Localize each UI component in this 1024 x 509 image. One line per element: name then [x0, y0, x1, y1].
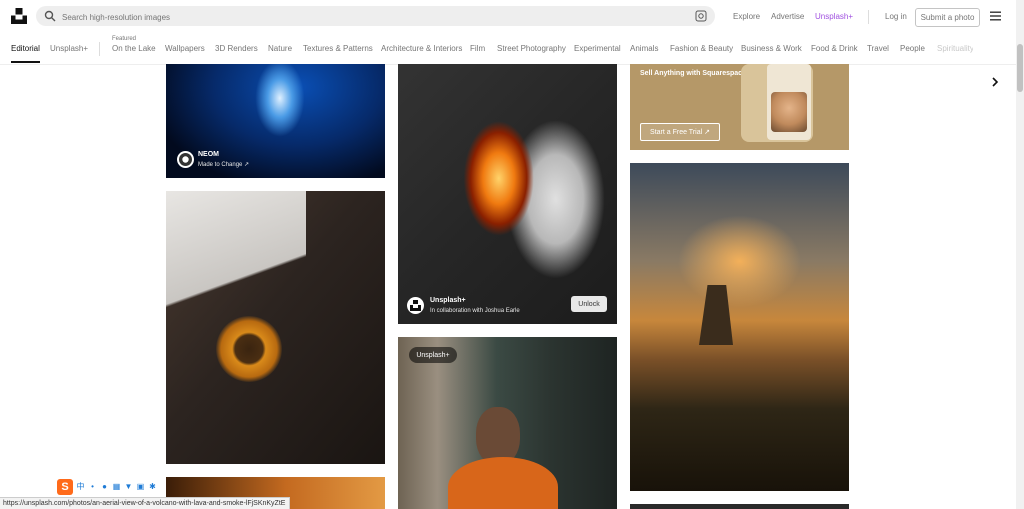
ime-toolbar[interactable]: S 中 • ● ▦ ▼ ▣ ✱ [57, 478, 165, 495]
unsplash-plus-avatar[interactable] [407, 297, 424, 314]
featured-label: Featured [112, 36, 137, 42]
top-header: Explore Advertise Unsplash+ Log in Submi… [0, 0, 1016, 34]
settings-icon[interactable]: ✱ [148, 482, 157, 491]
tab-fashion-beauty[interactable]: Fashion & Beauty [670, 44, 733, 53]
tab-film[interactable]: Film [470, 44, 485, 53]
person-robe [448, 457, 558, 509]
nav-advertise[interactable]: Advertise [771, 12, 804, 21]
toolbox-icon[interactable]: ▣ [136, 482, 145, 491]
search-icon[interactable] [44, 10, 56, 22]
link-status-bar: https://unsplash.com/photos/an-aerial-vi… [0, 497, 290, 509]
tab-on-the-lake[interactable]: On the Lake [112, 44, 156, 53]
tab-experimental[interactable]: Experimental [574, 44, 621, 53]
skin-icon[interactable]: ▼ [124, 482, 133, 491]
nav-unsplash-plus[interactable]: Unsplash+ [815, 12, 853, 21]
chinese-mode-icon[interactable]: 中 [76, 482, 85, 491]
tab-3d-renders[interactable]: 3D Renders [215, 44, 258, 53]
visual-search-icon[interactable] [695, 10, 707, 22]
search-bar[interactable] [36, 6, 715, 26]
punctuation-icon[interactable]: • [88, 482, 97, 491]
photo-bottom-right[interactable] [630, 504, 849, 509]
tab-textures-patterns[interactable]: Textures & Patterns [303, 44, 373, 53]
menu-icon[interactable] [990, 11, 1001, 21]
tab-street-photography[interactable]: Street Photography [497, 44, 566, 53]
ad-title: Sell Anything with Squarespace [640, 70, 746, 77]
tab-people[interactable]: People [900, 44, 925, 53]
windmill-silhouette [699, 285, 733, 345]
scrollbar-thumb[interactable] [1017, 44, 1023, 92]
tab-spirituality[interactable]: Spirituality [937, 44, 973, 53]
nav-divider [868, 10, 869, 24]
ad-cta-button[interactable]: Start a Free Trial ↗ [640, 123, 720, 141]
ad-squarespace[interactable]: Sell Anything with Squarespace Start a F… [630, 64, 849, 150]
ad-phone-mockup [741, 64, 813, 142]
unsplash-logo-icon [410, 300, 421, 311]
tab-editorial[interactable]: Editorial [11, 44, 40, 63]
nav-explore[interactable]: Explore [733, 12, 760, 21]
photo-sunflower-bench[interactable] [166, 191, 385, 464]
chevron-right-icon[interactable] [990, 76, 1000, 88]
photo-volcano-aerial[interactable]: Unsplash+ In collaboration with Joshua E… [398, 64, 617, 324]
photo-collab-label[interactable]: In collaboration with Joshua Earle [430, 308, 520, 314]
ad-phone-portrait [771, 92, 807, 132]
category-tabs: Editorial Unsplash+ On the Lake Wallpape… [0, 34, 1016, 87]
unsplash-plus-badge[interactable]: Unsplash+ [409, 347, 457, 363]
photo-author-sub[interactable]: Made to Change ↗ [198, 161, 249, 168]
submit-photo-button[interactable]: Submit a photo [915, 8, 980, 27]
neom-avatar[interactable] [177, 151, 194, 168]
sunflower-shape [216, 316, 282, 382]
tab-food-drink[interactable]: Food & Drink [811, 44, 858, 53]
tab-animals[interactable]: Animals [630, 44, 658, 53]
tab-unsplash-plus[interactable]: Unsplash+ [50, 44, 88, 53]
unsplash-logo-icon[interactable] [11, 8, 27, 24]
photo-portrait-man[interactable]: Unsplash+ [398, 337, 617, 509]
sogou-icon[interactable]: S [57, 478, 73, 495]
tab-wallpapers[interactable]: Wallpapers [165, 44, 205, 53]
search-input[interactable] [60, 8, 684, 26]
tabs-divider [99, 42, 100, 56]
keyboard-icon[interactable]: ▦ [112, 482, 121, 491]
tab-business-work[interactable]: Business & Work [741, 44, 802, 53]
photo-author-name[interactable]: Unsplash+ [430, 297, 466, 304]
microphone-icon[interactable]: ● [100, 482, 109, 491]
tab-travel[interactable]: Travel [867, 44, 889, 53]
photo-underwater-cave[interactable]: NEOM Made to Change ↗ [166, 64, 385, 178]
tab-architecture-interiors[interactable]: Architecture & Interiors [381, 44, 462, 53]
photo-author-name[interactable]: NEOM [198, 151, 219, 158]
unlock-button[interactable]: Unlock [571, 296, 607, 312]
photo-sunset-field[interactable] [630, 163, 849, 491]
neom-logo-icon [179, 153, 192, 166]
nav-login[interactable]: Log in [885, 12, 907, 21]
tab-nature[interactable]: Nature [268, 44, 292, 53]
